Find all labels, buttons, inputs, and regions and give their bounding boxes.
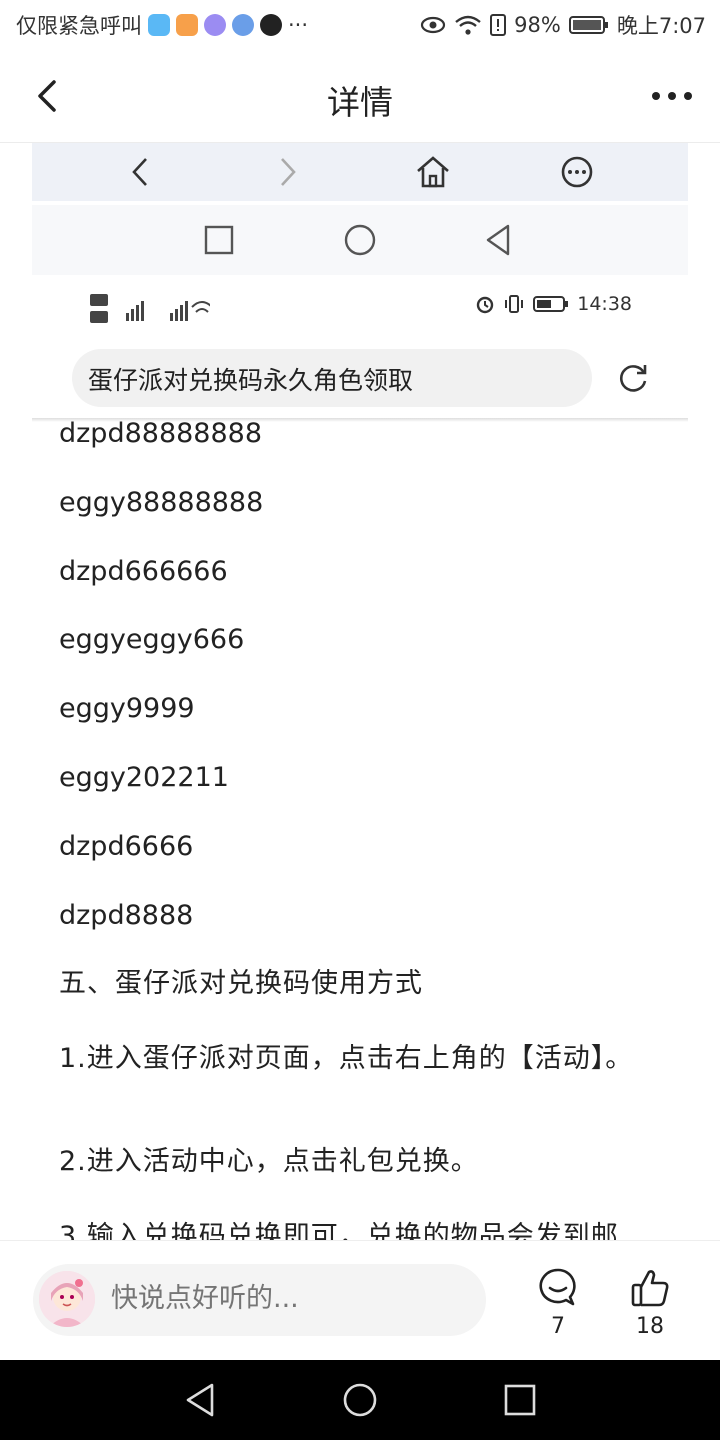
more-button[interactable] (648, 78, 696, 114)
more-dots-icon (652, 92, 692, 100)
code-line: eggy88888888 (59, 486, 264, 518)
system-back-icon[interactable] (180, 1380, 220, 1420)
code-line: eggy9999 (59, 693, 195, 725)
embedded-time: 14:38 (577, 293, 632, 315)
vibrate-icon (505, 295, 524, 313)
chevron-right-icon (281, 158, 296, 186)
embedded-search-row: 蛋仔派对兑换码永久角色领取 (32, 341, 688, 423)
system-home-icon[interactable] (340, 1380, 380, 1420)
embedded-screenshot: 14:38 蛋仔派对兑换码永久角色领取 (32, 143, 688, 423)
comment-input[interactable] (109, 1282, 473, 1315)
embedded-battery-icon (533, 296, 569, 312)
comment-count: 7 (551, 1314, 565, 1339)
embedded-browser-nav (32, 143, 688, 201)
thumbs-up-icon (631, 1270, 669, 1307)
embedded-android-nav (32, 205, 688, 275)
step-1: 1.进入蛋仔派对页面，点击右上角的【活动】。 (59, 1043, 634, 1075)
embedded-search-bar: 蛋仔派对兑换码永久角色领取 (72, 349, 592, 407)
circle-icon (344, 224, 376, 256)
code-line: dzpd88888888 (59, 418, 263, 449)
like-count: 18 (636, 1314, 664, 1339)
triangle-back-icon (486, 224, 510, 256)
music-app-icon (204, 14, 226, 36)
status-bar: 仅限紧急呼叫 ··· 98% 晚上7:07 (0, 0, 720, 50)
alert-icon (490, 14, 507, 36)
code-line: dzpd8888 (59, 899, 194, 931)
battery-icon (568, 16, 608, 34)
overflow-text: ··· (288, 13, 309, 37)
comment-button[interactable]: 7 (523, 1264, 593, 1344)
code-line: eggy202211 (59, 761, 229, 793)
comment-bubble-icon (539, 1268, 576, 1306)
embedded-search-text: 蛋仔派对兑换码永久角色领取 (88, 366, 414, 395)
status-time: 晚上7:07 (616, 14, 706, 38)
page-title: 详情 (327, 83, 393, 122)
battery-percent: 98% (514, 13, 561, 37)
user-avatar-icon (39, 1271, 95, 1327)
telegram-app-icon (232, 14, 254, 36)
top-header: 详情 (0, 50, 720, 143)
weather-app-icon (148, 14, 170, 36)
video-app-icon (176, 14, 198, 36)
code-line: dzpd666666 (59, 555, 228, 587)
wifi-icon (455, 15, 481, 35)
article-body: dzpd88888888 eggy88888888 dzpd666666 egg… (59, 416, 669, 1260)
like-button[interactable]: 18 (615, 1264, 685, 1344)
status-right: 98% 晚上7:07 (420, 10, 706, 40)
step-2: 2.进入活动中心，点击礼包兑换。 (59, 1146, 479, 1178)
square-icon (204, 225, 234, 255)
more-circle-icon (561, 156, 593, 188)
avatar[interactable] (39, 1271, 95, 1327)
embedded-status-bar: 14:38 (32, 289, 688, 329)
alarm-icon (477, 296, 494, 314)
home-icon (417, 156, 449, 188)
section-title: 五、蛋仔派对兑换码使用方式 (59, 968, 423, 1000)
system-nav-bar (0, 1360, 720, 1440)
embedded-signal-group (90, 293, 210, 327)
system-recents-icon[interactable] (500, 1380, 540, 1420)
comment-box[interactable] (33, 1264, 486, 1336)
chevron-left-icon (132, 158, 147, 186)
code-line: dzpd6666 (59, 830, 194, 862)
status-left: 仅限紧急呼叫 ··· (16, 10, 308, 40)
emergency-call-text: 仅限紧急呼叫 (16, 14, 142, 38)
hd-signal-icon (90, 294, 210, 323)
eye-icon (421, 16, 446, 34)
refresh-icon (620, 365, 647, 392)
tiktok-app-icon (260, 14, 282, 36)
code-line: eggyeggy666 (59, 624, 245, 656)
embedded-status-right: 14:38 (475, 293, 632, 315)
